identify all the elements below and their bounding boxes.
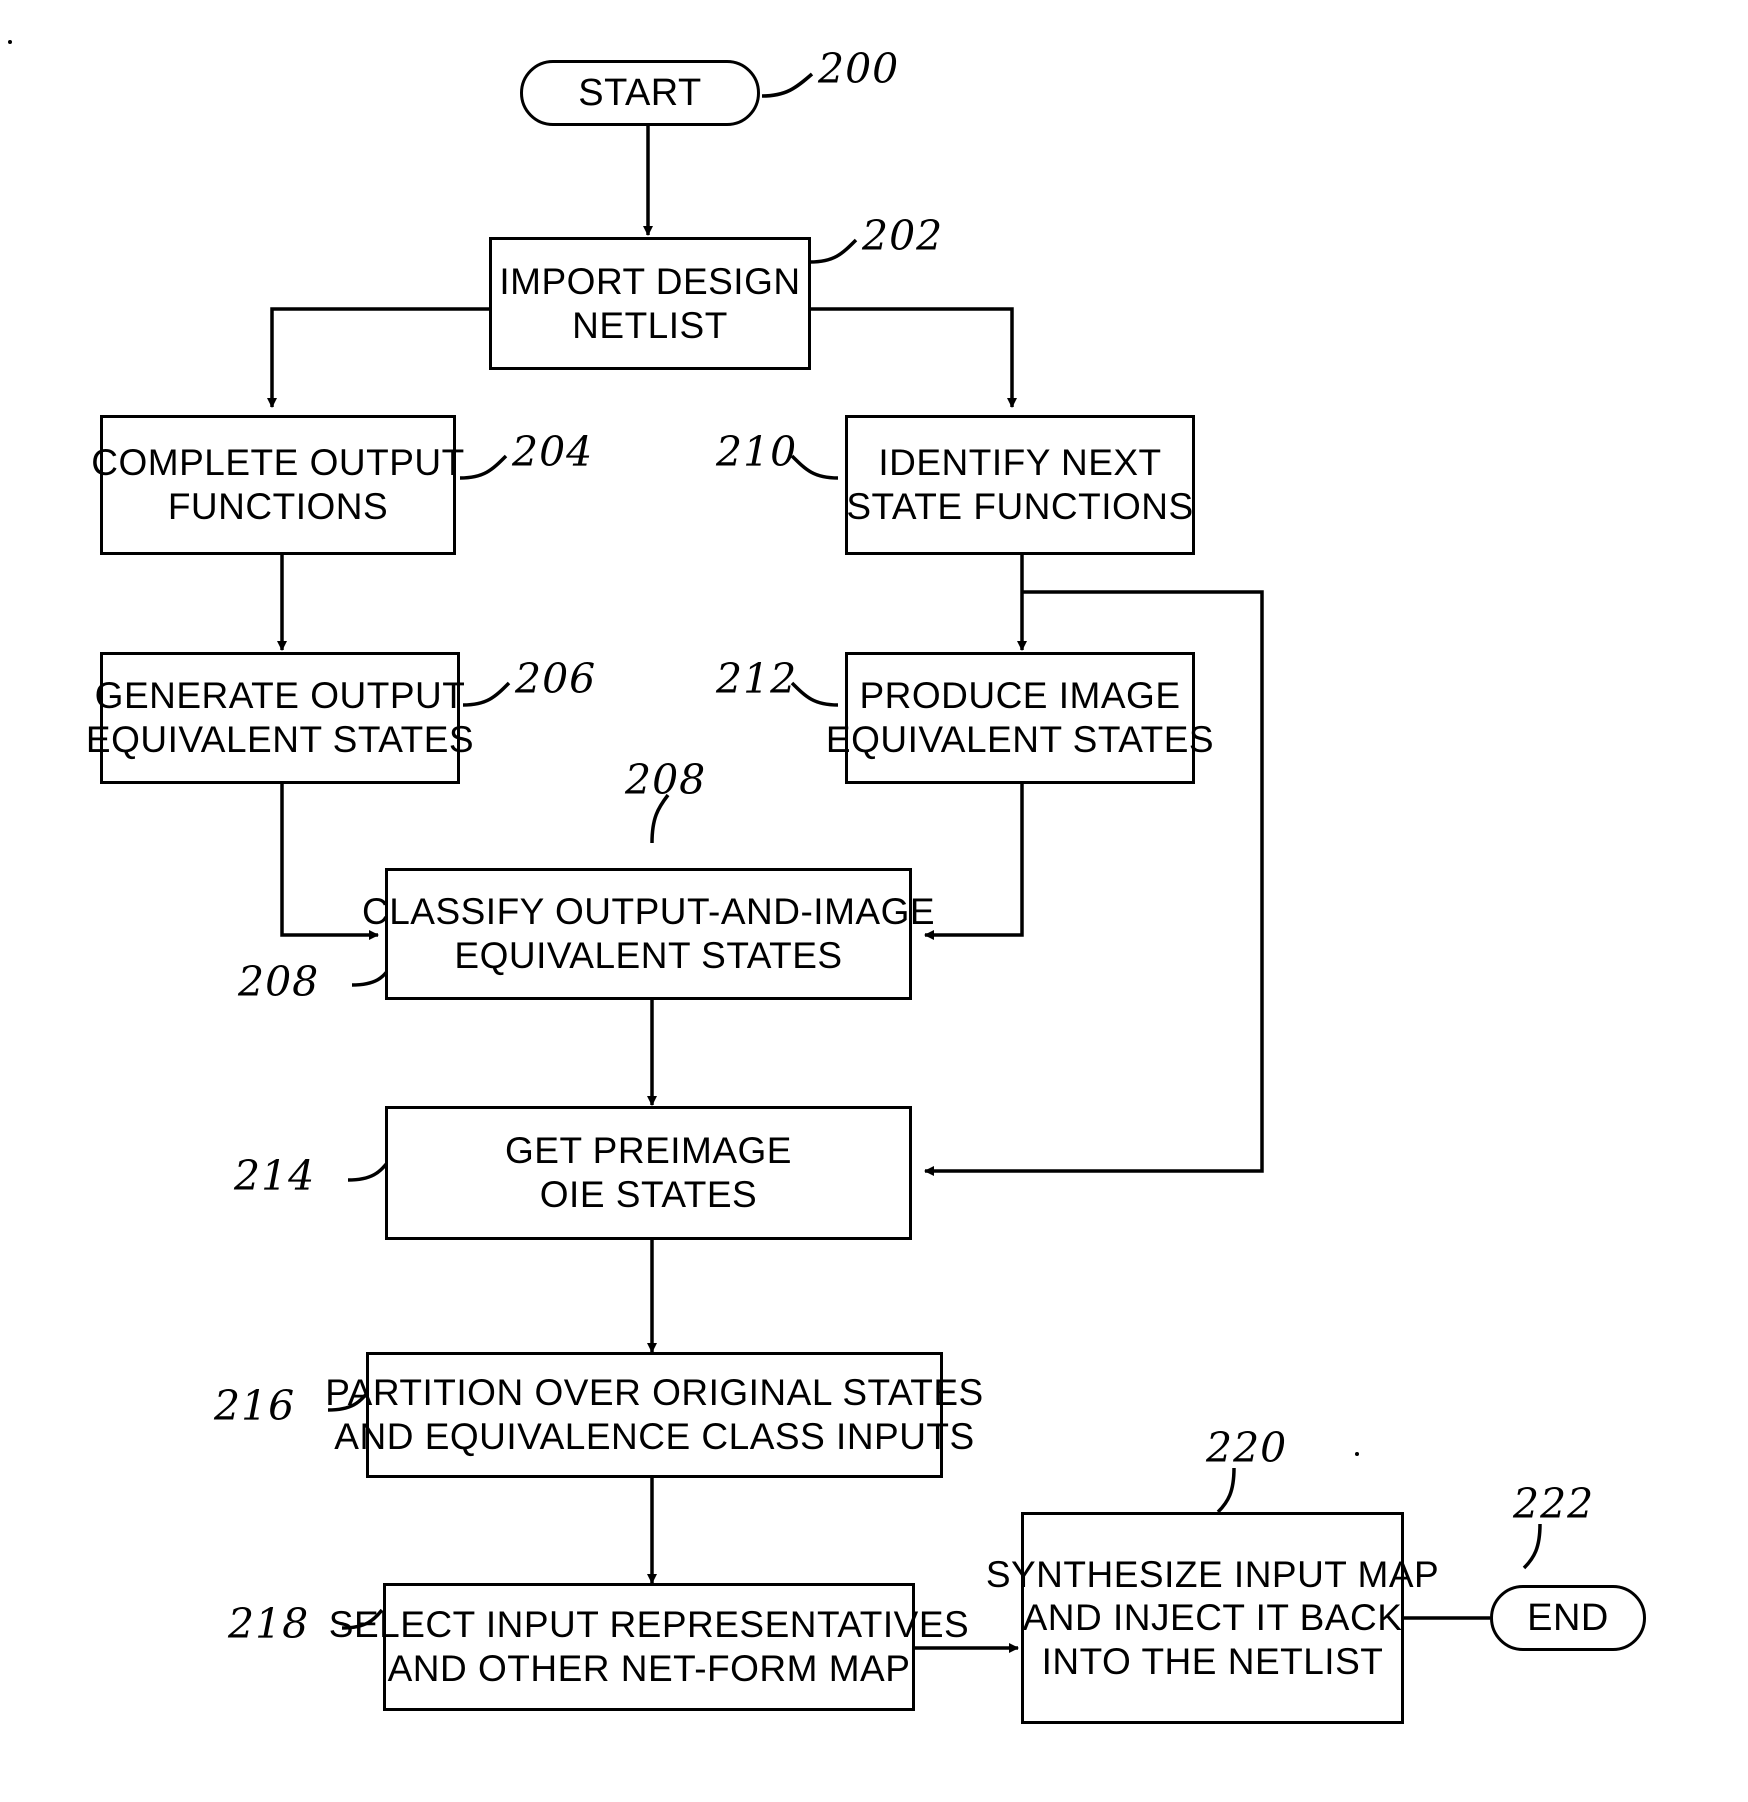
leader-214 bbox=[347, 1160, 390, 1182]
node-line: EQUIVALENT STATES bbox=[85, 719, 475, 760]
edge-212-208 bbox=[924, 784, 1024, 940]
leader-204 bbox=[459, 454, 508, 480]
node-line: GENERATE OUTPUT bbox=[94, 675, 466, 717]
node-select-input-representatives[interactable]: SELECT INPUT REPRESENTATIVES AND OTHER N… bbox=[329, 1583, 969, 1711]
node-line: INTO THE NETLIST bbox=[1041, 1640, 1384, 1682]
node-line: SELECT INPUT REPRESENTATIVES bbox=[328, 1604, 970, 1646]
ref-label-222: 222 bbox=[1513, 1480, 1595, 1528]
ref-label-214: 214 bbox=[234, 1152, 316, 1200]
ref-label-208-left: 208 bbox=[238, 958, 320, 1006]
leader-210 bbox=[790, 454, 839, 480]
ref-label-220: 220 bbox=[1206, 1424, 1288, 1472]
node-line: PARTITION OVER ORIGINAL STATES bbox=[325, 1372, 984, 1414]
leader-222 bbox=[1522, 1523, 1542, 1570]
leader-206 bbox=[462, 681, 511, 707]
node-complete-output-functions[interactable]: COMPLETE OUTPUT FUNCTIONS bbox=[91, 415, 464, 555]
ref-label-204: 204 bbox=[512, 428, 594, 476]
ref-label-202: 202 bbox=[862, 212, 944, 260]
node-line: AND OTHER NET-FORM MAP bbox=[387, 1648, 911, 1689]
node-line: NETLIST bbox=[572, 304, 728, 346]
node-line: AND EQUIVALENCE CLASS INPUTS bbox=[334, 1416, 975, 1457]
node-line: EQUIVALENT STATES bbox=[454, 935, 843, 976]
node-line: IMPORT DESIGN bbox=[499, 260, 801, 302]
leader-212 bbox=[790, 681, 839, 707]
node-line: SYNTHESIZE INPUT MAP bbox=[985, 1553, 1440, 1595]
node-get-preimage-oie-states[interactable]: GET PREIMAGE OIE STATES bbox=[385, 1106, 912, 1240]
node-line: GET PREIMAGE bbox=[505, 1130, 792, 1172]
node-start[interactable]: START bbox=[520, 60, 760, 126]
node-start-label: START bbox=[578, 71, 702, 114]
node-line: IDENTIFY NEXT bbox=[878, 442, 1162, 484]
node-line: AND INJECT IT BACK bbox=[1022, 1597, 1403, 1639]
ref-label-208-top: 208 bbox=[625, 756, 707, 804]
node-line: STATE FUNCTIONS bbox=[846, 486, 1194, 527]
ref-label-200: 200 bbox=[818, 45, 900, 93]
node-line: FUNCTIONS bbox=[167, 486, 389, 527]
node-line: COMPLETE OUTPUT bbox=[91, 442, 465, 484]
node-generate-output-equivalent-states[interactable]: GENERATE OUTPUT EQUIVALENT STATES bbox=[86, 652, 474, 784]
ref-label-218: 218 bbox=[228, 1600, 310, 1648]
ref-label-212: 212 bbox=[716, 655, 798, 703]
node-classify-output-and-image-equivalent-states[interactable]: CLASSIFY OUTPUT-AND-IMAGE EQUIVALENT STA… bbox=[362, 868, 935, 1000]
edge-202-210 bbox=[808, 307, 1017, 408]
node-end[interactable]: END bbox=[1490, 1585, 1646, 1651]
node-import-design-netlist[interactable]: IMPORT DESIGN NETLIST bbox=[489, 237, 811, 370]
leader-202 bbox=[809, 238, 858, 264]
leader-220 bbox=[1216, 1467, 1236, 1514]
node-line: OIE STATES bbox=[539, 1174, 758, 1215]
ref-label-210: 210 bbox=[716, 428, 798, 476]
node-synthesize-input-map[interactable]: SYNTHESIZE INPUT MAP AND INJECT IT BACK … bbox=[986, 1512, 1439, 1724]
edge-202-204 bbox=[267, 307, 492, 408]
node-line: CLASSIFY OUTPUT-AND-IMAGE bbox=[361, 891, 936, 933]
node-line: EQUIVALENT STATES bbox=[825, 719, 1215, 760]
node-identify-next-state-functions[interactable]: IDENTIFY NEXT STATE FUNCTIONS bbox=[845, 415, 1195, 555]
node-partition-over-original-states[interactable]: PARTITION OVER ORIGINAL STATES AND EQUIV… bbox=[325, 1352, 983, 1478]
ref-label-206: 206 bbox=[515, 655, 597, 703]
leader-200 bbox=[761, 72, 814, 98]
node-line: PRODUCE IMAGE bbox=[859, 675, 1181, 717]
ref-label-216: 216 bbox=[214, 1382, 296, 1430]
figure-canvas: START IMPORT DESIGN NETLIST COMPLETE OUT… bbox=[0, 0, 1748, 1802]
node-end-label: END bbox=[1527, 1596, 1609, 1639]
node-produce-image-equivalent-states[interactable]: PRODUCE IMAGE EQUIVALENT STATES bbox=[826, 652, 1214, 784]
